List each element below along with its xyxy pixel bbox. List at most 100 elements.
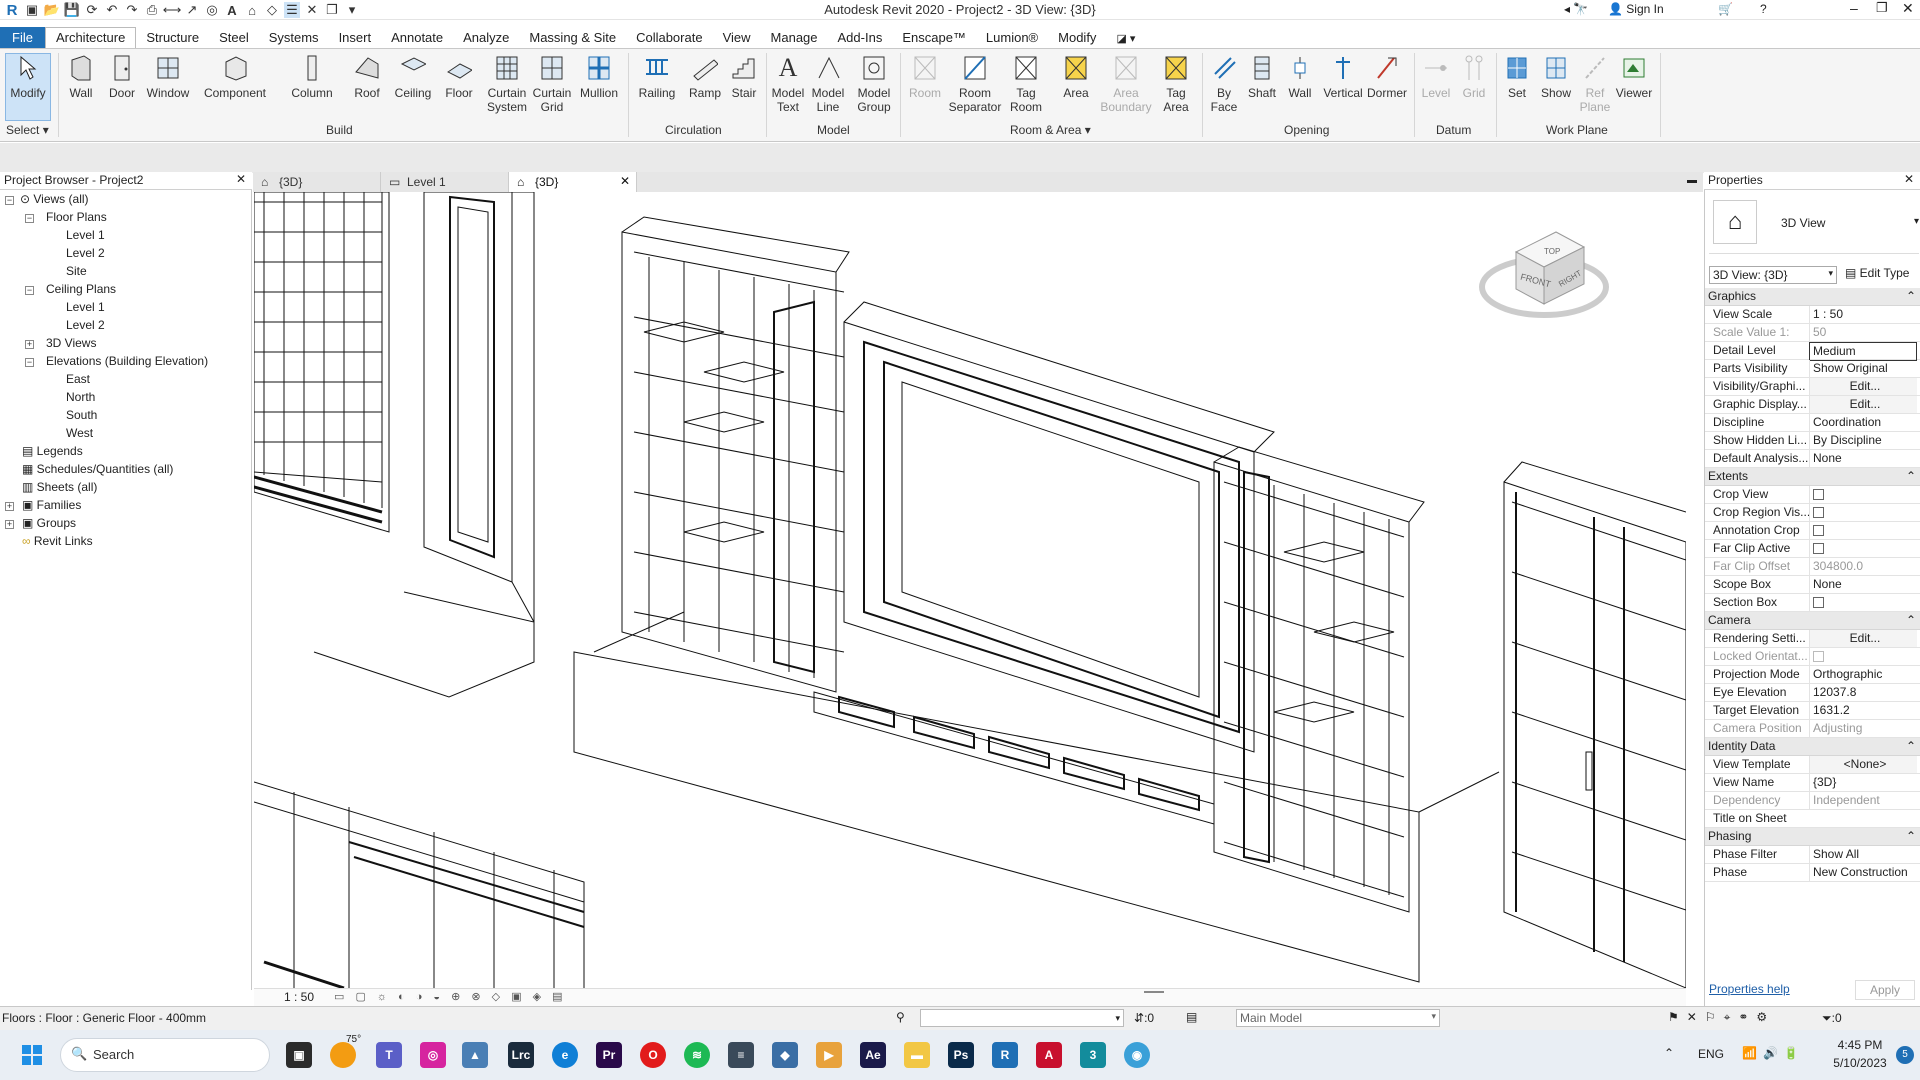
3ds-max-icon[interactable]: 3 <box>1080 1042 1106 1068</box>
checkbox[interactable] <box>1813 507 1824 519</box>
selection-options-icons[interactable]: ⚑✕⚐⌖⚭⚙ <box>1668 1010 1775 1025</box>
design-option-dropdown[interactable]: Main Model ▾ <box>1236 1009 1440 1027</box>
workset-dropdown[interactable]: ▾ <box>920 1009 1124 1027</box>
prop-detail-level[interactable]: Detail Level Medium <box>1705 342 1920 361</box>
expand-icon[interactable]: + <box>5 502 14 511</box>
tabs-menu-icon[interactable]: ▬ <box>1687 175 1697 186</box>
grid-button[interactable]: Grid <box>1456 53 1492 100</box>
tab-manage[interactable]: Manage <box>761 28 828 48</box>
shaft-button[interactable]: Shaft <box>1244 53 1280 100</box>
close-icon[interactable]: ✕ <box>236 172 246 186</box>
tree-west[interactable]: West <box>66 426 93 440</box>
spotify-icon[interactable]: ≋ <box>684 1042 710 1068</box>
window-button[interactable]: Window <box>142 53 194 100</box>
tree-families[interactable]: ▣ Families <box>22 498 81 512</box>
tab-add-ins[interactable]: Add-Ins <box>828 28 893 48</box>
restore-button[interactable]: ❐ <box>1876 0 1888 16</box>
prop-graphic-display[interactable]: Graphic Display... Edit... <box>1705 396 1920 414</box>
wall-opening-button[interactable]: Wall <box>1282 53 1318 100</box>
level-button[interactable]: Level <box>1418 53 1454 100</box>
tree-sheets[interactable]: ▥ Sheets (all) <box>22 480 97 494</box>
mullion-button[interactable]: Mullion <box>576 53 622 100</box>
tab-3d-view-2[interactable]: ⌂ {3D} ✕ <box>509 172 637 192</box>
set-work-plane-button[interactable]: Set <box>1500 53 1534 100</box>
tag-area-button[interactable]: Tag Area <box>1156 53 1196 114</box>
prop-view-scale[interactable]: View Scale 1 : 50 <box>1705 306 1920 324</box>
model-group-button[interactable]: Model Group <box>852 53 896 114</box>
tab-massing-site[interactable]: Massing & Site <box>519 28 626 48</box>
notification-badge[interactable]: 5 <box>1896 1046 1914 1064</box>
clock-time[interactable]: 4:45 PM <box>1830 1038 1890 1052</box>
type-selector[interactable]: ⌂ 3D View ▾ <box>1709 194 1919 254</box>
globe-app-icon[interactable]: ◉ <box>1124 1042 1150 1068</box>
viewer-button[interactable]: Viewer <box>1614 53 1654 100</box>
collapse-icon[interactable]: − <box>5 196 14 205</box>
ref-plane-button[interactable]: Ref Plane <box>1578 53 1612 114</box>
tray-icons[interactable]: 📶🔊🔋 <box>1742 1046 1805 1060</box>
column-button[interactable]: Column <box>286 53 338 100</box>
ceiling-button[interactable]: Ceiling <box>390 53 436 100</box>
prop-target-elevation[interactable]: Target Elevation 1631.2 <box>1705 702 1920 720</box>
tree-views-all[interactable]: ⊙ Views (all) <box>20 192 89 206</box>
instance-selector[interactable]: 3D View: {3D} ▾ <box>1709 266 1837 284</box>
section-phasing[interactable]: Phasing ⌃ <box>1705 828 1920 846</box>
tab-insert[interactable]: Insert <box>329 28 382 48</box>
photoshop-icon[interactable]: Ps <box>948 1042 974 1068</box>
room-button[interactable]: Room <box>904 53 946 100</box>
prop-phase[interactable]: Phase New Construction <box>1705 864 1920 882</box>
prop-parts-visibility[interactable]: Parts Visibility Show Original <box>1705 360 1920 378</box>
tree-north[interactable]: North <box>66 390 95 404</box>
close-icon[interactable]: ✕ <box>1904 172 1914 186</box>
by-face-button[interactable]: By Face <box>1206 53 1242 114</box>
teams-icon[interactable]: T <box>376 1042 402 1068</box>
tab-analyze[interactable]: Analyze <box>453 28 519 48</box>
checkbox[interactable] <box>1813 597 1824 609</box>
tab-steel[interactable]: Steel <box>209 28 259 48</box>
floor-button[interactable]: Floor <box>438 53 480 100</box>
curtain-grid-button[interactable]: Curtain Grid <box>530 53 574 114</box>
modify-tool[interactable]: Modify <box>8 53 48 100</box>
tree-revit-links[interactable]: ∞ Revit Links <box>22 534 93 548</box>
prop-phase-filter[interactable]: Phase Filter Show All <box>1705 846 1920 864</box>
prop-default-analysis[interactable]: Default Analysis... None <box>1705 450 1920 468</box>
opera-icon[interactable]: O <box>640 1042 666 1068</box>
lightroom-icon[interactable]: Lrc <box>508 1042 534 1068</box>
tab-annotate[interactable]: Annotate <box>381 28 453 48</box>
model-line-button[interactable]: Model Line <box>808 53 848 114</box>
minimize-button[interactable]: – <box>1850 0 1858 16</box>
tree-legends[interactable]: ▤ Legends <box>22 444 83 458</box>
model-text-button[interactable]: A Model Text <box>768 53 808 115</box>
premiere-icon[interactable]: Pr <box>596 1042 622 1068</box>
section-graphics[interactable]: Graphics ⌃ <box>1705 288 1920 306</box>
component-button[interactable]: Component <box>200 53 270 100</box>
tab-3d-view-1[interactable]: ⌂ {3D} <box>253 172 381 192</box>
dormer-button[interactable]: Dormer <box>1364 53 1410 100</box>
tab-lumion[interactable]: Lumion® <box>976 28 1048 48</box>
app-icon[interactable]: ≡ <box>728 1042 754 1068</box>
task-view-icon[interactable]: ▣ <box>286 1042 312 1068</box>
tab-file[interactable]: File <box>0 27 45 48</box>
area-boundary-button[interactable]: Area Boundary <box>1100 53 1152 114</box>
editing-requests[interactable]: ⇵:0 <box>1134 1011 1154 1025</box>
tree-ceiling-plans[interactable]: Ceiling Plans <box>46 282 116 296</box>
tab-level-1[interactable]: ▭ Level 1 <box>381 172 509 192</box>
tab-enscape[interactable]: Enscape™ <box>892 28 976 48</box>
curtain-system-button[interactable]: Curtain System <box>482 53 532 114</box>
prop-crop-region-visible[interactable]: Crop Region Vis... <box>1705 504 1920 522</box>
tree-3d-views[interactable]: 3D Views <box>46 336 96 350</box>
prop-discipline[interactable]: Discipline Coordination <box>1705 414 1920 432</box>
tree-elevations[interactable]: Elevations (Building Elevation) <box>46 354 208 368</box>
sign-in-link[interactable]: 👤 Sign In <box>1608 2 1664 16</box>
view-scale[interactable]: 1 : 50 <box>284 990 314 1004</box>
tab-systems[interactable]: Systems <box>259 28 329 48</box>
expand-icon[interactable]: + <box>5 520 14 529</box>
railing-button[interactable]: Railing <box>634 53 680 100</box>
edit-type-button[interactable]: ▤ Edit Type <box>1845 266 1909 280</box>
3d-view-canvas[interactable]: TOP FRONT RIGHT <box>254 192 1686 988</box>
media-player-icon[interactable]: ▶ <box>816 1042 842 1068</box>
prop-section-box[interactable]: Section Box <box>1705 594 1920 612</box>
tab-modify[interactable]: Modify <box>1048 28 1106 48</box>
prop-far-clip-active[interactable]: Far Clip Active <box>1705 540 1920 558</box>
tab-collaborate[interactable]: Collaborate <box>626 28 713 48</box>
filter-count[interactable]: ⏷:0 <box>1822 1011 1842 1026</box>
